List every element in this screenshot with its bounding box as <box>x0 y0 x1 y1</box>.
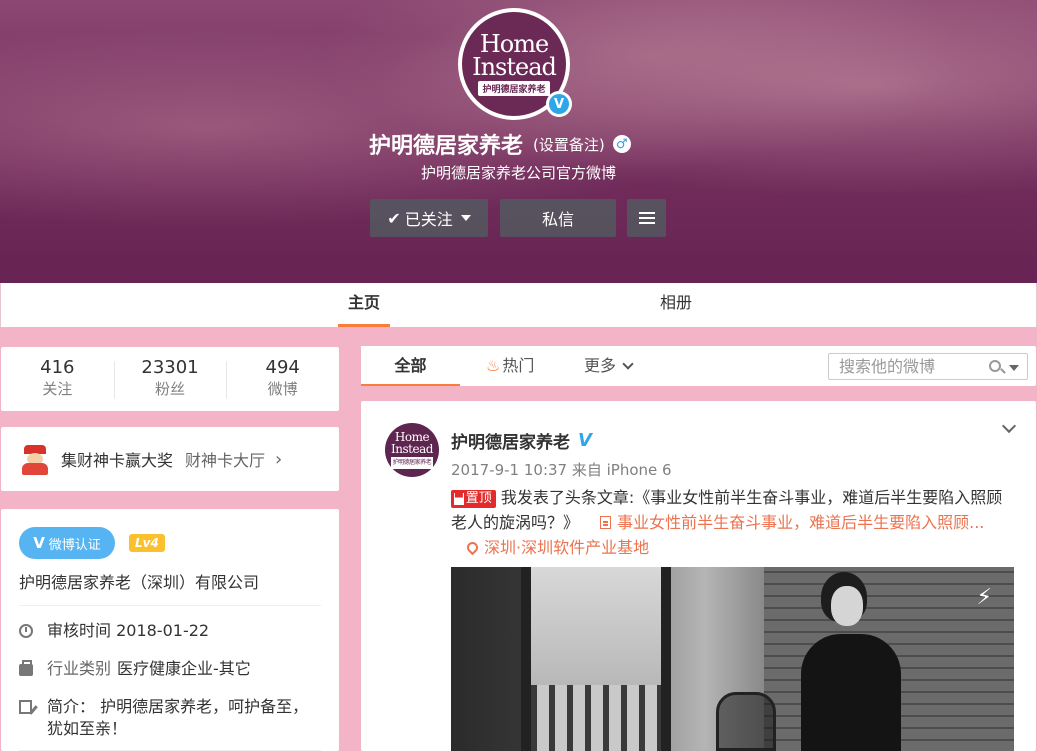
verified-badge-icon: V <box>546 91 572 117</box>
post-avatar-subtitle: 护明德居家养老 <box>390 457 434 469</box>
location-link[interactable]: 深圳·深圳软件产业基地 <box>484 538 649 557</box>
article-link[interactable]: 事业女性前半生奋斗事业，难道后半生要陷入照顾... <box>617 513 984 532</box>
avatar-logo-line2: Instead <box>472 52 557 81</box>
caret-down-icon <box>460 215 471 221</box>
industry-label: 行业类别 <box>47 659 112 678</box>
post-avatar-line2: Instead <box>391 442 433 456</box>
feed-post: Home Instead 护明德居家养老 护明德居家养老 V 2017-9-1 … <box>361 401 1036 751</box>
verified-v-icon: V <box>33 534 45 552</box>
tab-home[interactable]: 主页 <box>338 283 390 327</box>
filter-more-label: 更多 <box>584 356 617 375</box>
clock-icon <box>19 624 33 638</box>
intro-row: 简介： 护明德居家养老，呵护备至，犹如至亲！ <box>19 696 321 751</box>
caret-down-icon[interactable] <box>1009 365 1019 371</box>
fortune-god-icon <box>19 443 51 475</box>
followed-button-label: 已关注 <box>404 210 453 229</box>
gender-male-icon: ♂ <box>612 135 631 153</box>
post-options-chevron-icon[interactable] <box>1001 418 1017 434</box>
article-icon <box>600 516 612 529</box>
edit-icon <box>19 700 32 714</box>
chevron-down-icon <box>622 358 634 370</box>
audit-row: 审核时间 2018-01-22 <box>19 620 321 644</box>
industry-row: 行业类别 医疗健康企业-其它 <box>19 658 321 682</box>
post-body: ▀ 置顶 我发表了头条文章:《事业女性前半生奋斗事业，难道后半生要陷入照顾老人的旋… <box>451 485 1016 560</box>
weibo-verified-label: 微博认证 <box>48 537 101 553</box>
feed-search-input[interactable] <box>839 357 979 376</box>
flash-icon: ⚡ <box>976 585 992 610</box>
intro-text: 简介： 护明德居家养老，呵护备至，犹如至亲！ <box>47 697 309 738</box>
tab-album[interactable]: 相册 <box>651 283 701 327</box>
private-message-label: 私信 <box>541 210 574 229</box>
feed-filter-bar: 全部 ♨ 热门 更多 <box>361 346 1036 386</box>
post-image[interactable]: ⚡ <box>451 567 1014 751</box>
set-remark-link[interactable]: (设置备注) <box>533 134 605 155</box>
photo-woman <box>791 572 901 751</box>
stat-following-label: 关注 <box>42 380 73 398</box>
stat-posts[interactable]: 494 微博 <box>226 347 339 411</box>
profile-banner: Home Instead 护明德居家养老 V 护明德居家养老 (设置备注) ♂ … <box>0 0 1037 283</box>
search-icon[interactable] <box>989 360 1001 372</box>
stat-followers[interactable]: 23301 粉丝 <box>113 347 227 411</box>
private-message-button[interactable]: 私信 <box>500 199 616 237</box>
post-author-row: 护明德居家养老 V <box>451 428 592 453</box>
menu-icon <box>638 212 655 224</box>
profile-name: 护明德居家养老 <box>369 134 524 159</box>
post-meta[interactable]: 2017-9-1 10:37 来自 iPhone 6 <box>451 459 672 480</box>
verified-badge-mark: V <box>549 94 569 114</box>
weibo-verified-badge[interactable]: V 微博认证 <box>19 527 115 559</box>
chevron-right-icon: › <box>275 448 283 470</box>
profile-description: 护明德居家养老公司官方微博 <box>420 164 616 182</box>
stats-card: 416 关注 23301 粉丝 494 微博 <box>1 347 339 411</box>
profile-name-row: 护明德居家养老 (设置备注) ♂ <box>369 128 631 160</box>
profile-info-card: V 微博认证 Lv4 护明德居家养老（深圳）有限公司 审核时间 2018-01-… <box>1 509 339 751</box>
location-icon <box>464 539 481 556</box>
level-badge[interactable]: Lv4 <box>129 534 165 552</box>
company-name: 护明德居家养老（深圳）有限公司 <box>19 569 321 606</box>
avatar-logo-line1: Home <box>479 29 549 58</box>
pinned-label: 置顶 <box>465 491 492 506</box>
badge-row: V 微博认证 Lv4 <box>19 527 321 559</box>
followed-button[interactable]: ✔ 已关注 <box>370 199 488 237</box>
stat-following[interactable]: 416 关注 <box>1 347 114 411</box>
audit-time: 审核时间 2018-01-22 <box>47 621 210 640</box>
post-author-avatar[interactable]: Home Instead 护明德居家养老 <box>385 423 439 477</box>
industry-value: 医疗健康企业-其它 <box>117 659 251 678</box>
more-menu-button[interactable] <box>627 199 666 237</box>
verified-v-icon: V <box>578 430 592 451</box>
stat-followers-label: 粉丝 <box>155 380 186 398</box>
promo-text: 集财神卡赢大奖 <box>61 451 174 470</box>
profile-tabbar: 主页 相册 <box>0 283 1037 327</box>
pinned-badge: ▀ 置顶 <box>451 490 496 508</box>
filter-hot-label: 热门 <box>502 356 535 375</box>
promo-card[interactable]: 集财神卡赢大奖 财神卡大厅 › <box>1 427 339 491</box>
stat-posts-count: 494 <box>265 357 300 378</box>
check-icon: ✔ <box>387 208 401 228</box>
feed-search-box <box>828 353 1028 380</box>
post-author-name[interactable]: 护明德居家养老 <box>451 428 570 453</box>
filter-all-tab[interactable]: 全部 <box>361 346 460 386</box>
fire-icon: ♨ <box>486 356 501 375</box>
briefcase-icon <box>19 660 33 676</box>
promo-link[interactable]: 财神卡大厅 <box>185 447 265 471</box>
filter-hot-tab[interactable]: ♨ 热门 <box>486 346 534 386</box>
stat-posts-label: 微博 <box>267 380 298 398</box>
stat-following-count: 416 <box>40 357 75 378</box>
avatar-logo-subtitle: 护明德居家养老 <box>478 80 550 96</box>
filter-more-dropdown[interactable]: 更多 <box>584 346 634 386</box>
stat-followers-count: 23301 <box>141 357 199 378</box>
pin-icon: ▀ <box>454 493 464 505</box>
